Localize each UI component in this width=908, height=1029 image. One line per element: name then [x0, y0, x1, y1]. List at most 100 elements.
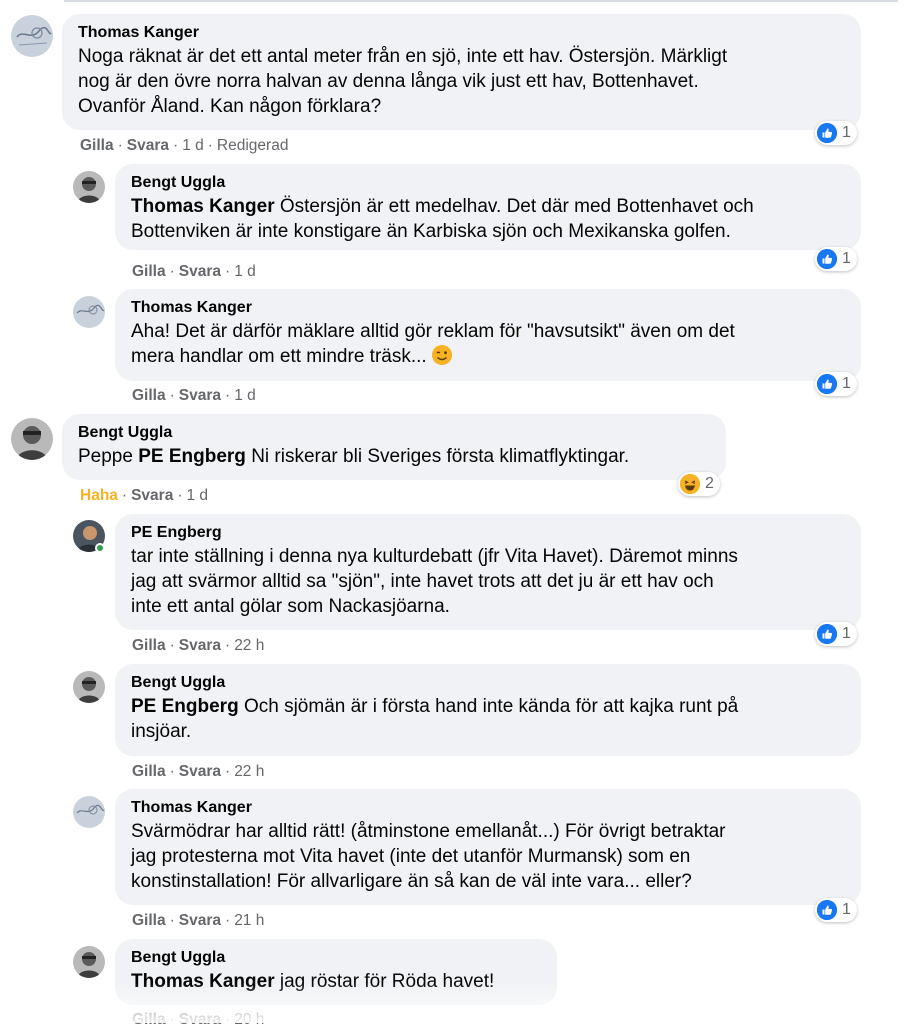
like-reaction-icon — [817, 624, 837, 644]
timestamp[interactable]: 22 h — [234, 637, 264, 654]
like-reaction-icon — [817, 900, 837, 920]
reply-link[interactable]: Svara — [179, 387, 221, 404]
comment-author[interactable]: Bengt Uggla — [131, 173, 847, 193]
timestamp[interactable]: 1 d — [182, 137, 204, 154]
reply-link[interactable]: Svara — [131, 487, 173, 504]
like-link[interactable]: Gilla — [132, 387, 166, 404]
avatar-bengt-uggla[interactable] — [11, 418, 53, 460]
edited-label: Redigerad — [216, 137, 289, 154]
timestamp[interactable]: 22 h — [234, 763, 264, 780]
comment-line: jag att svärmor alltid sa "sjön", inte h… — [131, 571, 714, 592]
comment-text: PE Engberg Och sjömän är i första hand i… — [131, 694, 847, 744]
avatar-bengt-uggla[interactable] — [73, 671, 105, 703]
timestamp[interactable]: 21 h — [234, 912, 264, 929]
comment-line: Och sjömän är i första hand inte kända f… — [238, 696, 739, 717]
mention-link[interactable]: PE Engberg — [138, 446, 246, 467]
comment-author[interactable]: PE Engberg — [131, 523, 847, 543]
person-photo-icon — [73, 671, 105, 703]
like-link[interactable]: Gilla — [132, 763, 166, 780]
mention-link[interactable]: Thomas Kanger — [131, 971, 275, 992]
top-divider — [64, 0, 898, 2]
avatar-thomas-kanger[interactable] — [73, 796, 105, 828]
reply-link[interactable]: Svara — [179, 637, 221, 654]
avatar-bengt-uggla[interactable] — [73, 171, 105, 203]
like-link[interactable]: Gilla — [132, 912, 166, 929]
reply-link[interactable]: Svara — [179, 263, 221, 280]
comment-author[interactable]: Bengt Uggla — [131, 673, 847, 693]
comment-bubble: PE Engberg tar inte ställning i denna ny… — [115, 514, 861, 630]
reaction-count: 2 — [705, 475, 714, 492]
comment-actions: Gilla · Svara · 1 d — [132, 387, 256, 404]
comment-line: insjöar. — [131, 721, 192, 742]
comment-line: Östersjön är ett medelhav. Det där med B… — [274, 196, 754, 217]
person-photo-icon — [11, 418, 53, 460]
comment-bubble: Bengt Uggla PE Engberg Och sjömän är i f… — [115, 664, 861, 756]
mention-link[interactable]: PE Engberg — [131, 696, 239, 717]
reaction-count-badge[interactable]: 1 — [815, 121, 857, 145]
comment-line: Ni riskerar bli Sveriges första klimatfl… — [245, 446, 630, 467]
comment-line: Svärmödrar har alltid rätt! (åtminstone … — [131, 821, 726, 842]
reaction-count: 1 — [842, 124, 851, 141]
comment-line: Noga räknat är det ett antal meter från … — [78, 46, 728, 67]
avatar-thomas-kanger[interactable] — [11, 15, 53, 57]
comment-author[interactable]: Bengt Uggla — [131, 948, 543, 968]
comment-actions: Haha · Svara · 1 d — [80, 487, 209, 504]
reply-link[interactable]: Svara — [127, 137, 169, 154]
comment-line: jag protesterna mot Vita havet (inte det… — [131, 846, 691, 867]
comment-text: Thomas Kanger jag röstar för Röda havet! — [131, 969, 543, 994]
reply-link[interactable]: Svara — [179, 912, 221, 929]
reaction-count-badge[interactable]: 2 — [678, 472, 720, 496]
like-reaction-icon — [817, 123, 837, 143]
reaction-count-badge[interactable]: 1 — [815, 898, 857, 922]
reaction-count-badge[interactable]: 1 — [815, 622, 857, 646]
like-link[interactable]: Gilla — [132, 263, 166, 280]
reaction-count: 1 — [842, 250, 851, 267]
comment-bubble: Thomas Kanger Svärmödrar har alltid rätt… — [115, 789, 861, 905]
comment-line: tar inte ställning i denna nya kulturdeb… — [131, 546, 738, 567]
comment-line: nog är den övre norra halvan av denna lå… — [78, 71, 699, 92]
avatar-bengt-uggla[interactable] — [73, 946, 105, 978]
reaction-count: 1 — [842, 375, 851, 392]
comment-line: Ovanför Åland. Kan någon förklara? — [78, 96, 382, 117]
comment-text: Noga räknat är det ett antal meter från … — [78, 44, 847, 119]
reaction-count-badge[interactable]: 1 — [815, 247, 857, 271]
comment-line: mera handlar om ett mindre träsk... — [131, 346, 427, 367]
comment-author[interactable]: Thomas Kanger — [78, 23, 847, 43]
like-reaction-icon — [817, 249, 837, 269]
comment-author[interactable]: Thomas Kanger — [131, 798, 847, 818]
comment-text: Peppe PE Engberg Ni riskerar bli Sverige… — [78, 444, 712, 469]
reply-link[interactable]: Svara — [179, 763, 221, 780]
comment-author[interactable]: Bengt Uggla — [78, 423, 712, 443]
comment-line: Aha! Det är därför mäklare alltid gör re… — [131, 321, 735, 342]
comment-actions: Gilla · Svara · 1 d · Redigerad — [80, 137, 289, 154]
like-link[interactable]: Gilla — [132, 637, 166, 654]
comment-text: Thomas Kanger Östersjön är ett medelhav.… — [131, 194, 847, 244]
comment-bubble: Bengt Uggla Peppe PE Engberg Ni riskerar… — [62, 414, 726, 480]
comment-actions: Gilla · Svara · 20 h — [132, 1011, 265, 1028]
online-status-icon — [95, 543, 105, 553]
reaction-count-badge[interactable]: 1 — [815, 372, 857, 396]
comment-text: tar inte ställning i denna nya kulturdeb… — [131, 544, 847, 619]
comment-line: jag röstar för Röda havet! — [274, 971, 495, 992]
comment-text: Aha! Det är därför mäklare alltid gör re… — [131, 319, 847, 369]
reply-link[interactable]: Svara — [179, 1011, 221, 1028]
timestamp[interactable]: 1 d — [234, 387, 256, 404]
comment-actions: Gilla · Svara · 22 h — [132, 637, 265, 654]
like-link[interactable]: Gilla — [80, 137, 114, 154]
timestamp[interactable]: 20 h — [234, 1011, 264, 1028]
comment-author[interactable]: Thomas Kanger — [131, 298, 847, 318]
mention-link[interactable]: Thomas Kanger — [131, 196, 275, 217]
like-reaction-icon — [817, 374, 837, 394]
person-photo-icon — [73, 946, 105, 978]
avatar-thomas-kanger[interactable] — [73, 296, 105, 328]
person-photo-icon — [73, 171, 105, 203]
timestamp[interactable]: 1 d — [186, 487, 208, 504]
like-link[interactable]: Gilla — [132, 1011, 166, 1028]
comment-actions: Gilla · Svara · 22 h — [132, 763, 265, 780]
reaction-count: 1 — [842, 901, 851, 918]
wink-emoji-icon — [431, 345, 452, 365]
map-sketch-icon — [11, 15, 53, 57]
comment-bubble: Thomas Kanger Noga räknat är det ett ant… — [62, 14, 861, 130]
haha-reaction-link[interactable]: Haha — [80, 487, 118, 504]
timestamp[interactable]: 1 d — [234, 263, 256, 280]
